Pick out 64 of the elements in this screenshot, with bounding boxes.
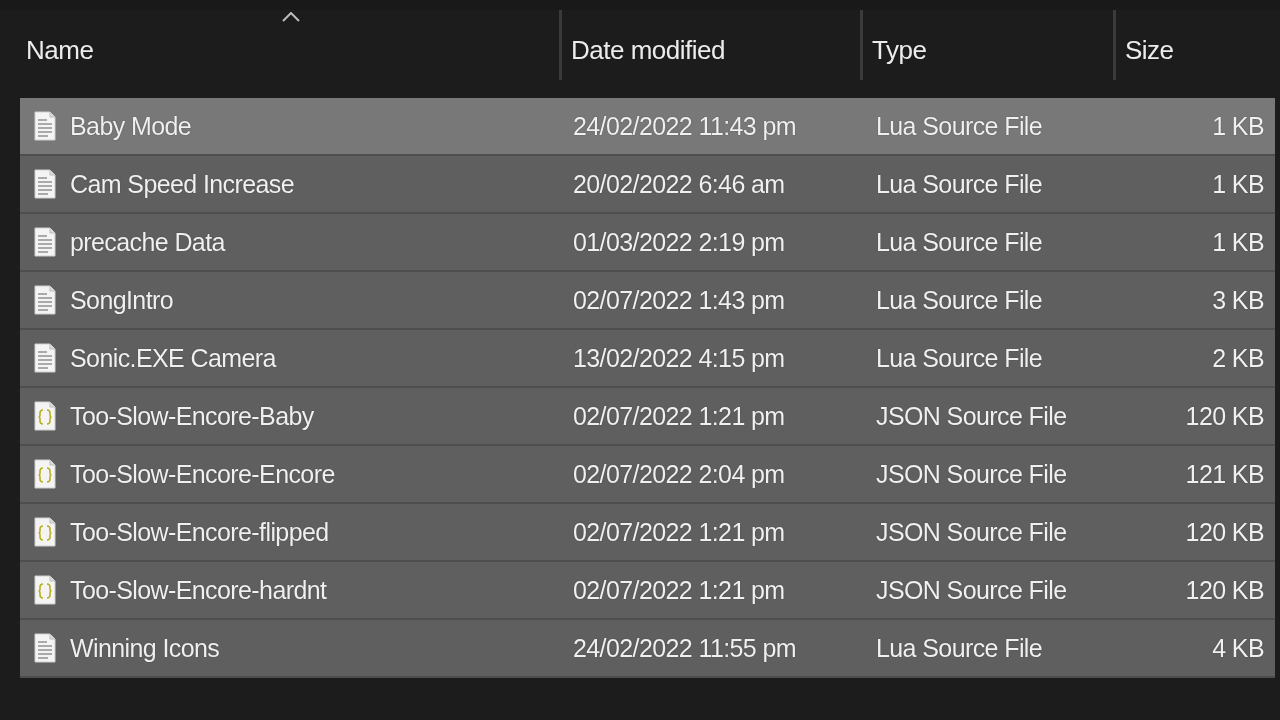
file-size: 2 KB (1212, 343, 1265, 373)
date-modified: 02/07/2022 1:21 pm (572, 575, 786, 605)
file-name: Sonic.EXE Camera (70, 343, 276, 373)
file-name: Too-Slow-Encore-Baby (70, 401, 314, 431)
text-document-icon (34, 169, 56, 199)
date-modified: 02/07/2022 1:21 pm (572, 401, 786, 431)
file-type: JSON Source File (875, 575, 1068, 605)
file-name: Too-Slow-Encore-hardnt (70, 575, 327, 605)
file-row[interactable]: Sonic.EXE Camera 13/02/2022 4:15 pm Lua Source File 2 KB (20, 330, 1275, 388)
file-type: Lua Source File (875, 285, 1044, 315)
file-size: 1 KB (1212, 169, 1265, 199)
file-type: Lua Source File (875, 343, 1044, 373)
file-name: Baby Mode (70, 111, 192, 141)
file-type: JSON Source File (875, 459, 1068, 489)
file-size: 120 KB (1185, 401, 1265, 431)
date-modified: 01/03/2022 2:19 pm (572, 227, 786, 257)
text-document-icon (34, 227, 56, 257)
file-row[interactable]: Baby Mode 24/02/2022 11:43 pm Lua Source File 1 KB (20, 98, 1275, 156)
file-type: JSON Source File (875, 401, 1068, 431)
file-type: Lua Source File (875, 633, 1044, 663)
date-modified: 02/07/2022 1:21 pm (572, 517, 786, 547)
file-row[interactable]: Winning Icons 24/02/2022 11:55 pm Lua Source File 4 KB (20, 620, 1275, 678)
file-size: 1 KB (1212, 227, 1265, 257)
file-row[interactable]: Too-Slow-Encore-Encore 02/07/2022 2:04 pm JSON Source File 121 KB (20, 446, 1275, 504)
file-type: Lua Source File (875, 169, 1044, 199)
date-modified: 02/07/2022 1:43 pm (572, 285, 786, 315)
file-type: Lua Source File (875, 111, 1044, 141)
file-type: JSON Source File (875, 517, 1068, 547)
date-modified: 02/07/2022 2:04 pm (572, 459, 786, 489)
column-header[interactable]: Name (20, 30, 94, 70)
text-document-icon (34, 633, 56, 663)
date-modified: 20/02/2022 6:46 am (572, 169, 786, 199)
braces-document-icon (34, 459, 56, 489)
column-header[interactable]: Size (1116, 30, 1174, 70)
file-name: SongIntro (70, 285, 173, 315)
text-document-icon (34, 111, 56, 141)
date-modified: 24/02/2022 11:55 pm (572, 633, 798, 663)
date-modified: 24/02/2022 11:43 pm (572, 111, 798, 141)
file-size: 4 KB (1212, 633, 1265, 663)
file-size: 121 KB (1185, 459, 1265, 489)
file-size: 1 KB (1212, 111, 1265, 141)
file-size: 120 KB (1185, 517, 1265, 547)
column-header[interactable]: Type (863, 30, 927, 70)
file-row[interactable]: Too-Slow-Encore-flipped 02/07/2022 1:21 pm JSON Source File 120 KB (20, 504, 1275, 562)
file-row[interactable]: Too-Slow-Encore-Baby 02/07/2022 1:21 pm JSON Source File 120 KB (20, 388, 1275, 446)
braces-document-icon (34, 401, 56, 431)
file-name: precache Data (70, 227, 225, 257)
file-name: Too-Slow-Encore-flipped (70, 517, 329, 547)
file-row[interactable]: Cam Speed Increase 20/02/2022 6:46 am Lua Source File 1 KB (20, 156, 1275, 214)
braces-document-icon (34, 517, 56, 547)
file-name: Winning Icons (70, 633, 220, 663)
file-row[interactable]: SongIntro 02/07/2022 1:43 pm Lua Source File 3 KB (20, 272, 1275, 330)
file-type: Lua Source File (875, 227, 1044, 257)
file-size: 3 KB (1212, 285, 1265, 315)
date-modified: 13/02/2022 4:15 pm (572, 343, 786, 373)
file-name: Too-Slow-Encore-Encore (70, 459, 335, 489)
file-row[interactable]: Too-Slow-Encore-hardnt 02/07/2022 1:21 pm JSON Source File 120 KB (20, 562, 1275, 620)
text-document-icon (34, 343, 56, 373)
file-row[interactable]: precache Data 01/03/2022 2:19 pm Lua Source File 1 KB (20, 214, 1275, 272)
braces-document-icon (34, 575, 56, 605)
file-name: Cam Speed Increase (70, 169, 295, 199)
column-header[interactable]: Date modified (562, 30, 725, 70)
file-size: 120 KB (1185, 575, 1265, 605)
text-document-icon (34, 285, 56, 315)
